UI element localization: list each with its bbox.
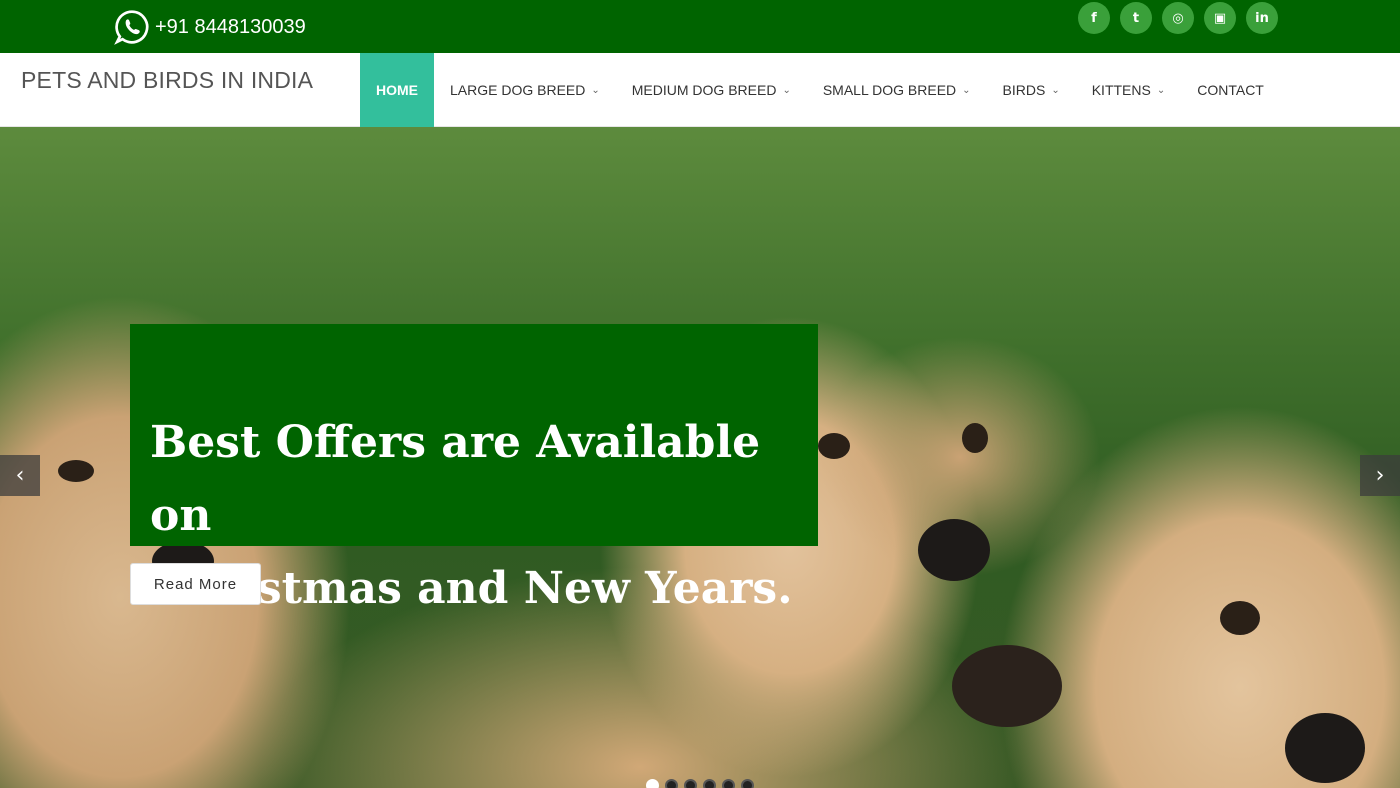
chevron-down-icon: ⌄ <box>591 84 600 96</box>
chevron-down-icon: ⌄ <box>962 84 971 96</box>
nav-item-medium-dog-breed[interactable]: MEDIUM DOG BREED ⌄ <box>616 53 807 127</box>
slider-dot[interactable] <box>684 779 697 788</box>
site-header: PETS AND BIRDS IN INDIA HOME LARGE DOG BR… <box>0 53 1400 127</box>
nav-item-large-dog-breed[interactable]: LARGE DOG BREED ⌄ <box>434 53 616 127</box>
nav-item-contact[interactable]: CONTACT <box>1181 53 1280 127</box>
puppy-eye <box>58 460 94 482</box>
slider-prev-button[interactable]: ‹ <box>0 455 40 496</box>
chevron-down-icon: ⌄ <box>1051 84 1060 96</box>
chevron-down-icon: ⌄ <box>782 84 791 96</box>
hero-caption: Best Offers are Available on Christmas a… <box>130 324 818 614</box>
puppy-eye <box>818 433 850 459</box>
slider-indicators <box>646 779 754 788</box>
slider-dot[interactable] <box>741 779 754 788</box>
puppy-eye <box>962 423 988 453</box>
phone-number: +91 8448130039 <box>155 15 306 38</box>
nav-item-small-dog-breed[interactable]: SMALL DOG BREED ⌄ <box>807 53 987 127</box>
nav-item-label: BIRDS <box>1002 82 1046 98</box>
social-links: f t ◎ ▣ in <box>1078 2 1278 34</box>
slider-next-button[interactable]: › <box>1360 455 1400 496</box>
nav-item-home[interactable]: HOME <box>360 53 434 127</box>
top-bar: +91 8448130039 f t ◎ ▣ in <box>0 0 1400 53</box>
hero-heading-line-1: Best Offers are Available on <box>150 417 761 541</box>
puppy-nose <box>918 519 990 581</box>
nav-item-label: LARGE DOG BREED <box>450 82 586 98</box>
puppy-nose <box>1285 713 1365 783</box>
main-nav: HOME LARGE DOG BREED ⌄ MEDIUM DOG BREED ⌄ SMA… <box>360 53 1280 127</box>
site-brand[interactable]: PETS AND BIRDS IN INDIA <box>21 67 313 94</box>
chevron-down-icon: ⌄ <box>1156 84 1166 96</box>
nav-item-kittens[interactable]: KITTENS ⌄ <box>1076 53 1182 127</box>
linkedin-icon[interactable]: in <box>1246 2 1278 34</box>
slider-dot[interactable] <box>646 779 659 788</box>
dribbble-icon[interactable]: ◎ <box>1162 2 1194 34</box>
nav-item-label: MEDIUM DOG BREED <box>631 82 777 98</box>
chevron-left-icon: ‹ <box>15 463 25 488</box>
hero-slider: Best Offers are Available on Christmas a… <box>0 127 1400 788</box>
whatsapp-icon <box>114 10 149 45</box>
puppy-eye <box>1220 601 1260 635</box>
chevron-right-icon: › <box>1375 463 1385 488</box>
nav-item-label: CONTACT <box>1197 82 1264 98</box>
twitter-icon[interactable]: t <box>1120 2 1152 34</box>
slider-dot[interactable] <box>722 779 735 788</box>
nav-item-label: SMALL DOG BREED <box>822 82 957 98</box>
facebook-icon[interactable]: f <box>1078 2 1110 34</box>
puppy-paw <box>952 645 1062 727</box>
nav-item-label: HOME <box>376 82 418 98</box>
phone-contact[interactable]: +91 8448130039 <box>114 8 306 46</box>
nav-item-birds[interactable]: BIRDS ⌄ <box>987 53 1076 127</box>
nav-item-label: KITTENS <box>1091 82 1151 98</box>
instagram-icon[interactable]: ▣ <box>1204 2 1236 34</box>
read-more-button[interactable]: Read More <box>130 563 261 605</box>
slider-dot[interactable] <box>665 779 678 788</box>
slider-dot[interactable] <box>703 779 716 788</box>
